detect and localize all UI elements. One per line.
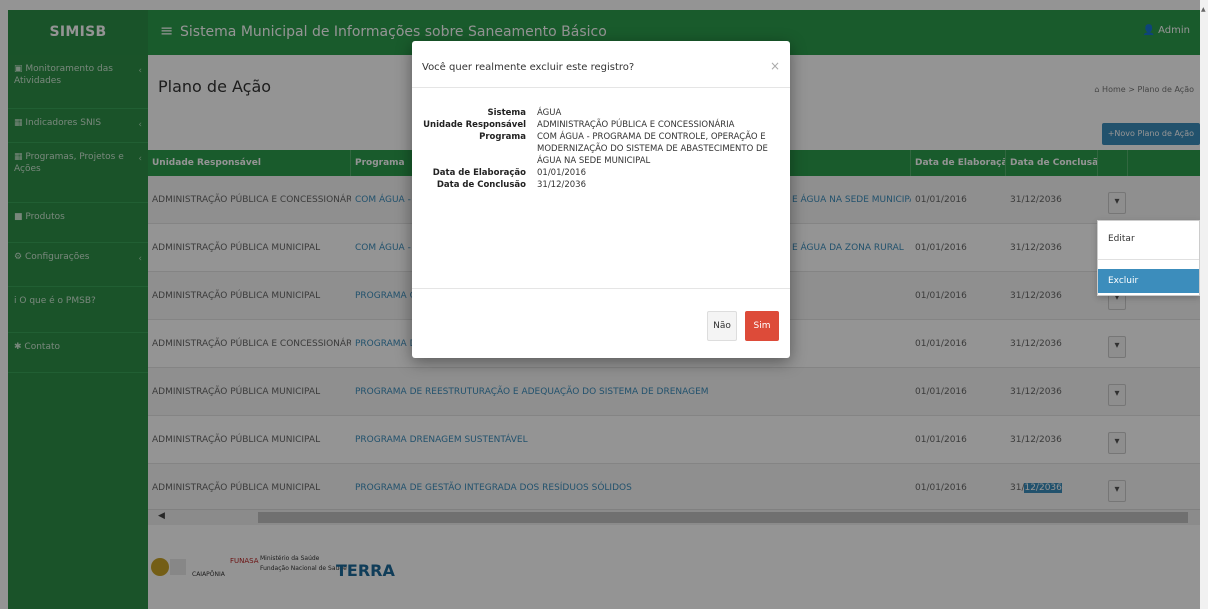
field-label: Data de Elaboração [432, 168, 526, 178]
modal-field-sistema: Sistema ÁGUA [412, 107, 790, 119]
row-actions-dropdown: Editar Excluir [1097, 220, 1200, 296]
scroll-up-icon[interactable]: ▲ [1201, 6, 1206, 13]
field-label: Unidade Responsável [423, 120, 526, 130]
vertical-scrollbar[interactable]: ▲ [1200, 0, 1208, 609]
yes-button[interactable]: Sim [745, 311, 779, 341]
modal-title: Você quer realmente excluir este registr… [422, 62, 635, 73]
confirm-delete-modal: Você quer realmente excluir este registr… [412, 41, 790, 358]
menu-item-editar[interactable]: Editar [1098, 227, 1199, 251]
field-label: Programa [479, 132, 526, 142]
modal-body: Sistema ÁGUA Unidade Responsável ADMINIS… [412, 107, 790, 191]
field-label: Data de Conclusão [436, 180, 526, 190]
no-button[interactable]: Não [707, 311, 737, 341]
modal-field-programa: Programa COM ÁGUA - PROGRAMA DE CONTROLE… [412, 131, 790, 167]
close-icon[interactable]: × [770, 59, 780, 73]
field-value: 01/01/2016 [537, 168, 586, 178]
modal-divider [412, 288, 790, 289]
field-value: COM ÁGUA - PROGRAMA DE CONTROLE, OPERAÇÃ… [537, 132, 768, 166]
field-value: 31/12/2036 [537, 180, 586, 190]
modal-divider [412, 87, 790, 88]
menu-divider [1098, 259, 1199, 260]
field-label: Sistema [487, 108, 526, 118]
modal-field-elaboracao: Data de Elaboração 01/01/2016 [412, 167, 790, 179]
modal-field-unidade: Unidade Responsável ADMINISTRAÇÃO PÚBLIC… [412, 119, 790, 131]
field-value: ÁGUA [537, 108, 562, 118]
modal-field-conclusao: Data de Conclusão 31/12/2036 [412, 179, 790, 191]
field-value: ADMINISTRAÇÃO PÚBLICA E CONCESSIONÁRIA [537, 120, 735, 130]
menu-item-excluir[interactable]: Excluir [1098, 269, 1199, 293]
